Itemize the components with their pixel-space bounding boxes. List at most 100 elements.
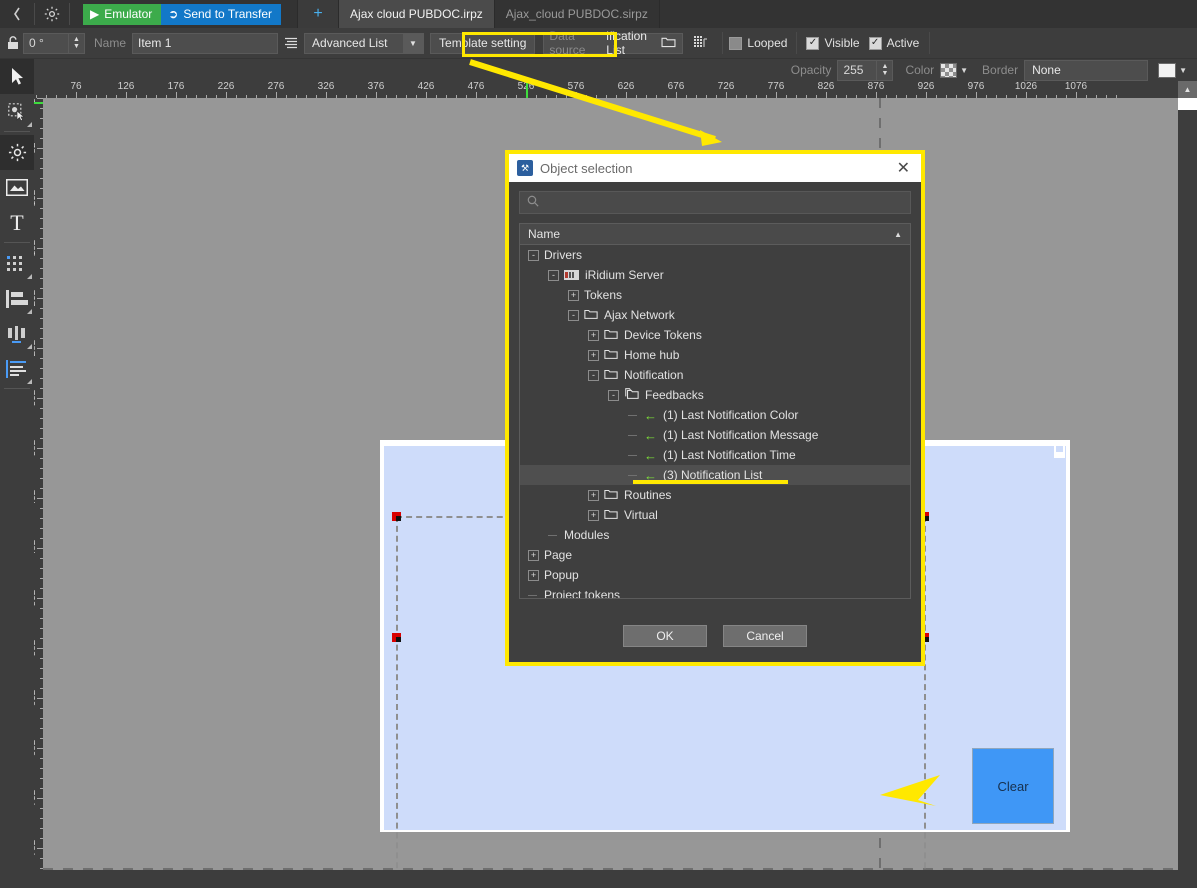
tree-item[interactable]: Modules bbox=[520, 525, 910, 545]
tree-item-label: Project tokens bbox=[544, 588, 620, 599]
tree-item-label: Virtual bbox=[624, 508, 658, 522]
data-source-field[interactable]: Data source ification List bbox=[543, 33, 683, 54]
expand-corner-icon[interactable] bbox=[27, 309, 32, 314]
tree-item[interactable]: ←(1) Last Notification Time bbox=[520, 445, 910, 465]
folder-icon[interactable] bbox=[661, 36, 676, 51]
emulator-button[interactable]: ▶ Emulator bbox=[83, 4, 161, 25]
chevron-down-icon[interactable]: ▼ bbox=[403, 34, 423, 53]
ruler-tick-label: 926 bbox=[918, 81, 935, 92]
rotation-input[interactable]: 0 ° bbox=[23, 33, 69, 54]
ruler-tick-label: 176 bbox=[168, 81, 185, 92]
search-input[interactable] bbox=[519, 191, 911, 214]
expand-corner-icon[interactable] bbox=[27, 122, 32, 127]
tree-item-label: Tokens bbox=[584, 288, 622, 302]
resize-handle-top-left[interactable] bbox=[392, 512, 401, 521]
expand-icon[interactable]: + bbox=[528, 550, 539, 561]
visible-checkbox-group[interactable]: ✓ Visible bbox=[806, 36, 859, 50]
active-checkbox-group[interactable]: ✓ Active bbox=[869, 36, 920, 50]
object-tree[interactable]: -Drivers-iRidium Server + Tokens -Ajax Netw… bbox=[519, 245, 911, 599]
tree-item[interactable]: -Ajax Network bbox=[520, 305, 910, 325]
gear-icon[interactable] bbox=[35, 0, 69, 28]
rotation-stepper[interactable]: ▲▼ bbox=[69, 33, 85, 54]
tab-ajax-cloud-sirpz[interactable]: Ajax_cloud PUBDOC.sirpz bbox=[495, 0, 660, 28]
border-select[interactable]: None bbox=[1024, 60, 1148, 81]
dialog-title: Object selection bbox=[540, 161, 633, 176]
cancel-button[interactable]: Cancel bbox=[723, 625, 807, 647]
expand-icon[interactable]: + bbox=[588, 490, 599, 501]
chevron-down-icon[interactable]: ▼ bbox=[960, 66, 968, 75]
gear-tool[interactable] bbox=[0, 135, 34, 170]
expand-corner-icon[interactable] bbox=[27, 344, 32, 349]
tree-item[interactable]: + Routines bbox=[520, 485, 910, 505]
looped-checkbox[interactable] bbox=[729, 37, 742, 50]
color-swatch[interactable] bbox=[940, 63, 957, 78]
expand-icon[interactable]: + bbox=[588, 510, 599, 521]
tree-item[interactable]: +Popup bbox=[520, 565, 910, 585]
expand-icon[interactable]: + bbox=[568, 290, 579, 301]
collapse-icon[interactable]: - bbox=[548, 270, 559, 281]
widget-type-value: Advanced List bbox=[312, 36, 387, 50]
tree-column-header-name[interactable]: Name ▲ bbox=[519, 223, 911, 245]
tree-item[interactable]: +Home hub bbox=[520, 345, 910, 365]
template-setting-button[interactable]: Template setting bbox=[430, 33, 535, 54]
text-align-tool[interactable] bbox=[0, 351, 34, 386]
tree-item[interactable]: -Feedbacks bbox=[520, 385, 910, 405]
expand-icon[interactable]: + bbox=[528, 570, 539, 581]
tree-item[interactable]: -Drivers bbox=[520, 245, 910, 265]
grid-icon[interactable] bbox=[688, 29, 716, 57]
vertical-scrollbar[interactable]: ▲ bbox=[1178, 81, 1197, 888]
opacity-stepper[interactable]: ▲▼ bbox=[877, 60, 893, 81]
ok-button[interactable]: OK bbox=[623, 625, 707, 647]
collapse-icon[interactable]: - bbox=[528, 250, 539, 261]
clear-button[interactable]: Clear bbox=[972, 748, 1054, 824]
tree-item[interactable]: +Device Tokens bbox=[520, 325, 910, 345]
collapse-icon[interactable]: - bbox=[568, 310, 579, 321]
active-checkbox[interactable]: ✓ bbox=[869, 37, 882, 50]
tree-item[interactable]: + Tokens bbox=[520, 285, 910, 305]
list-icon[interactable] bbox=[278, 29, 304, 57]
new-tab-button[interactable]: + bbox=[297, 0, 339, 28]
visible-checkbox[interactable]: ✓ bbox=[806, 37, 819, 50]
menu-icon[interactable] bbox=[0, 0, 34, 28]
align-left-tool[interactable] bbox=[0, 281, 34, 316]
sort-ascending-icon[interactable]: ▲ bbox=[894, 230, 902, 239]
looped-checkbox-group[interactable]: Looped bbox=[729, 36, 787, 50]
tree-item[interactable]: +Page bbox=[520, 545, 910, 565]
expand-corner-icon[interactable] bbox=[27, 379, 32, 384]
send-to-transfer-button[interactable]: ➲ Send to Transfer bbox=[161, 4, 281, 25]
border-color-swatch[interactable] bbox=[1158, 63, 1176, 78]
scrollbar-thumb[interactable] bbox=[1178, 98, 1197, 110]
image-tool[interactable] bbox=[0, 170, 34, 205]
tree-item[interactable]: + Virtual bbox=[520, 505, 910, 525]
grid-dots-tool[interactable] bbox=[0, 246, 34, 281]
dialog-button-row: OK Cancel bbox=[509, 610, 921, 662]
expand-icon[interactable]: + bbox=[588, 350, 599, 361]
resize-handle-middle-left[interactable] bbox=[392, 633, 401, 642]
tree-item[interactable]: ←(1) Last Notification Color bbox=[520, 405, 910, 425]
ruler-origin-marker bbox=[526, 81, 528, 98]
tree-item[interactable]: -Notification bbox=[520, 365, 910, 385]
tab-ajax-cloud-irpz[interactable]: Ajax cloud PUBDOC.irpz bbox=[339, 0, 495, 28]
text-tool[interactable]: T bbox=[0, 205, 34, 240]
widget-type-select[interactable]: Advanced List ▼ bbox=[304, 33, 424, 54]
distribute-tool[interactable] bbox=[0, 316, 34, 351]
expand-icon[interactable]: + bbox=[588, 330, 599, 341]
expand-corner-icon[interactable] bbox=[27, 274, 32, 279]
opacity-input[interactable]: 255 bbox=[837, 60, 877, 81]
marquee-select-tool[interactable] bbox=[0, 94, 34, 129]
tree-item-label: Routines bbox=[624, 488, 671, 502]
chevron-down-icon[interactable]: ▼ bbox=[1179, 66, 1187, 75]
ruler-tick-label: 826 bbox=[818, 81, 835, 92]
lock-icon[interactable] bbox=[3, 36, 23, 50]
collapse-icon[interactable]: - bbox=[608, 390, 619, 401]
tree-item[interactable]: Project tokens bbox=[520, 585, 910, 599]
select-arrow-tool[interactable] bbox=[0, 59, 34, 94]
name-input[interactable]: Item 1 bbox=[132, 33, 278, 54]
tree-item[interactable]: -iRidium Server bbox=[520, 265, 910, 285]
scroll-up-button[interactable]: ▲ bbox=[1178, 81, 1197, 98]
close-icon[interactable]: ✕ bbox=[890, 158, 917, 178]
object-selection-dialog[interactable]: ⚒ Object selection ✕ Name ▲ -Drivers-iRi… bbox=[505, 150, 925, 666]
scrollbar-track[interactable] bbox=[1178, 110, 1197, 888]
tree-item[interactable]: ←(1) Last Notification Message bbox=[520, 425, 910, 445]
collapse-icon[interactable]: - bbox=[588, 370, 599, 381]
